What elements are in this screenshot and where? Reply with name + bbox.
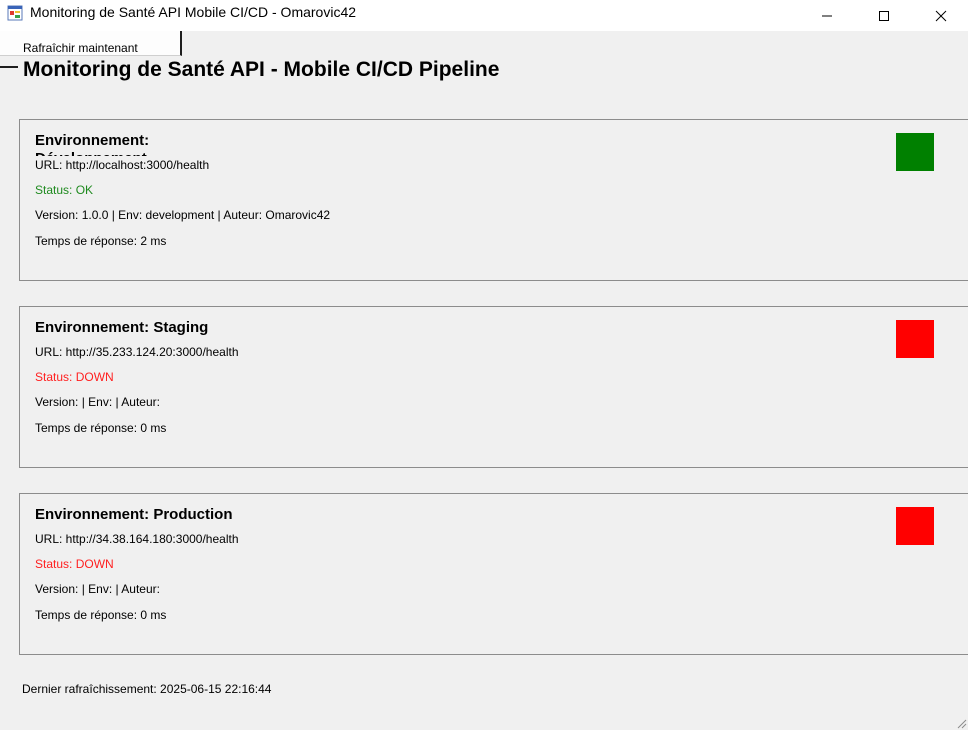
env-version: Version: 1.0.0 | Env: development | Aute… [35, 208, 331, 222]
env-version: Version: | Env: | Auteur: [35, 582, 160, 596]
status-indicator [896, 320, 934, 358]
status-indicator [896, 507, 934, 545]
env-panel-staging: Environnement: Staging URL: http://35.23… [19, 306, 968, 468]
last-refresh-label: Dernier rafraîchissement: 2025-06-15 22:… [22, 682, 272, 696]
env-url: URL: http://35.233.124.20:3000/health [35, 345, 239, 359]
window-title: Monitoring de Santé API Mobile CI/CD - O… [30, 4, 357, 20]
divider [0, 66, 18, 68]
page-title: Monitoring de Santé API - Mobile CI/CD P… [23, 58, 500, 81]
env-name: Environnement: Développement [35, 132, 150, 156]
env-status: Status: DOWN [35, 557, 114, 571]
env-status: Status: OK [35, 183, 94, 197]
minimize-button[interactable] [804, 0, 850, 31]
env-panel-production: Environnement: Production URL: http://34… [19, 493, 968, 655]
maximize-icon [878, 10, 890, 22]
env-panel-development: Environnement: Développement URL: http:/… [19, 119, 968, 281]
env-name: Environnement: Production [35, 506, 233, 523]
env-name: Environnement: Staging [35, 319, 209, 336]
maximize-button[interactable] [861, 0, 907, 31]
env-version: Version: | Env: | Auteur: [35, 395, 160, 409]
minimize-icon [821, 10, 833, 22]
close-button[interactable] [918, 0, 964, 31]
env-response-time: Temps de réponse: 2 ms [35, 234, 167, 248]
refresh-now-button[interactable]: Rafraîchir maintenant [0, 31, 182, 56]
close-icon [935, 10, 947, 22]
env-response-time: Temps de réponse: 0 ms [35, 421, 167, 435]
env-status: Status: DOWN [35, 370, 114, 384]
status-indicator [896, 133, 934, 171]
env-url: URL: http://34.38.164.180:3000/health [35, 532, 239, 546]
app-icon[interactable] [7, 5, 23, 21]
env-url: URL: http://localhost:3000/health [35, 158, 210, 172]
title-bar: Monitoring de Santé API Mobile CI/CD - O… [0, 0, 968, 31]
env-response-time: Temps de réponse: 0 ms [35, 608, 167, 622]
resize-grip-icon[interactable] [955, 717, 967, 729]
